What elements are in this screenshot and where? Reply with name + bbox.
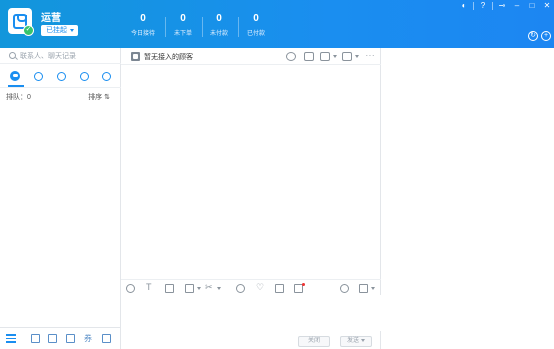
refresh-icon[interactable]: ↻ (528, 31, 538, 41)
maximize-icon[interactable]: □ (527, 1, 537, 11)
search-icon (9, 52, 16, 59)
chevron-down-icon[interactable] (355, 55, 359, 58)
search-bar (0, 48, 121, 64)
pin-icon[interactable]: ⊸ (497, 1, 507, 11)
stat-unpaid[interactable]: 0 未付款 (199, 13, 239, 37)
customer-avatar-icon (131, 52, 140, 61)
chevron-down-icon[interactable] (333, 55, 337, 58)
stat-today-received[interactable]: 0 今日接待 (123, 13, 163, 37)
divider (492, 2, 493, 10)
notification-dot (302, 283, 305, 286)
window-icon[interactable] (102, 334, 111, 343)
input-toolbar: T ✂ ♡ (121, 279, 381, 295)
divider (0, 87, 121, 88)
chevron-down-icon[interactable] (197, 287, 201, 290)
quick-reply-icon[interactable] (340, 284, 349, 293)
stat-label: 未付款 (209, 31, 228, 37)
online-check-icon: ✓ (23, 25, 34, 36)
scissors-icon[interactable]: ✂ (205, 282, 213, 292)
stat-value: 0 (180, 13, 186, 24)
chevron-down-icon[interactable] (217, 287, 221, 290)
stat-value: 0 (253, 13, 259, 24)
chat-icon[interactable] (10, 71, 20, 81)
heart-icon[interactable]: ♡ (256, 282, 264, 292)
add-icon[interactable]: + (541, 31, 551, 41)
queue-count: 排队：0 (6, 94, 31, 101)
top-header: ✓ 运营 已挂起 0 今日接待 0 未下单 0 未付款 0 已付款 ◐ ? ⊸ … (0, 0, 554, 48)
font-icon[interactable]: T (146, 282, 152, 292)
chevron-down-icon[interactable] (361, 338, 365, 342)
status-label: 已挂起 (46, 27, 67, 34)
stat-value: 0 (140, 13, 146, 24)
stat-label: 未下单 (173, 31, 192, 37)
video-icon[interactable] (342, 52, 352, 61)
contact-icon[interactable] (56, 71, 66, 81)
settings-doc-icon[interactable] (359, 284, 368, 293)
minimize-icon[interactable]: – (512, 1, 522, 11)
more-icon[interactable]: ··· (366, 51, 376, 60)
stat-label: 今日接待 (130, 31, 155, 37)
transfer-icon[interactable] (304, 52, 314, 61)
close-icon[interactable]: ✕ (542, 1, 552, 11)
document-icon[interactable] (275, 284, 284, 293)
chevron-down-icon[interactable] (371, 287, 375, 290)
emoji-icon[interactable] (126, 284, 135, 293)
bottom-toolbar: 券 (0, 327, 121, 349)
close-chat-button[interactable]: 关闭 (298, 336, 330, 347)
divider (473, 2, 474, 10)
history-icon[interactable] (236, 284, 245, 293)
status-dropdown[interactable]: 已挂起 (41, 25, 78, 36)
sort-button[interactable]: 排序 ⇅ (88, 92, 110, 102)
org-icon[interactable] (101, 71, 111, 81)
message-input[interactable] (121, 295, 381, 331)
search-input[interactable] (20, 50, 115, 62)
mail-icon[interactable] (48, 334, 57, 343)
send-label: 发送 (346, 338, 359, 344)
app-name: 运营 (41, 13, 61, 24)
help-icon[interactable]: ? (478, 1, 488, 11)
stat-label: 已付款 (246, 31, 265, 37)
contacts-panel: 排队：0 排序 ⇅ 券 (0, 48, 121, 349)
menu-icon[interactable] (6, 334, 16, 343)
image-icon[interactable] (165, 284, 174, 293)
coupon-icon[interactable]: 券 (84, 334, 93, 343)
folder-icon[interactable] (185, 284, 194, 293)
send-button[interactable]: 发送 (340, 336, 372, 347)
image-icon[interactable] (320, 52, 330, 61)
chat-header: 暂无接入的顾客 ··· (121, 48, 381, 65)
clock-icon[interactable] (33, 71, 43, 81)
archive-icon[interactable] (66, 334, 75, 343)
shield-icon[interactable]: ◐ (459, 1, 469, 11)
headset-icon[interactable] (286, 52, 296, 61)
stat-paid[interactable]: 0 已付款 (236, 13, 276, 37)
chat-title: 暂无接入的顾客 (144, 54, 193, 61)
stat-not-ordered[interactable]: 0 未下单 (163, 13, 203, 37)
chevron-down-icon (70, 29, 74, 32)
customer-info-panel (382, 48, 554, 349)
stat-value: 0 (216, 13, 222, 24)
group-icon[interactable] (79, 71, 89, 81)
inbox-icon[interactable] (31, 334, 40, 343)
chat-panel: 暂无接入的顾客 ··· T ✂ ♡ 关闭 发送 (121, 48, 381, 349)
